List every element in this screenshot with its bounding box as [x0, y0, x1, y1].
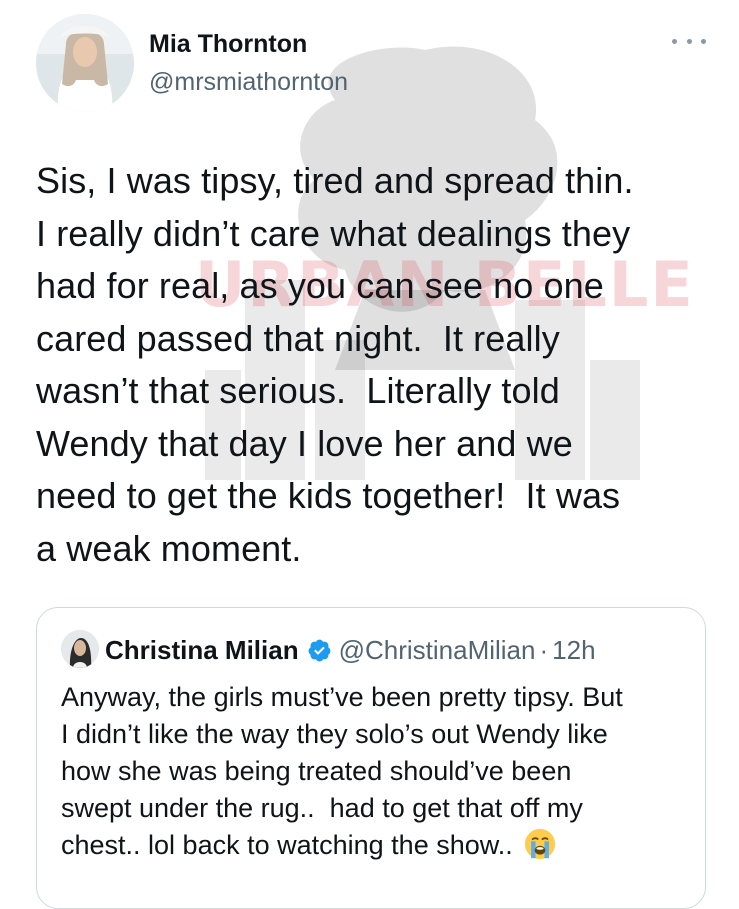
- author-avatar[interactable]: [36, 14, 134, 112]
- more-dot: [701, 38, 706, 44]
- quoted-author-display-name[interactable]: Christina Milian: [105, 635, 299, 666]
- verified-badge-icon: [308, 639, 331, 661]
- quoted-tweet-timestamp[interactable]: 12h: [552, 635, 595, 666]
- more-options-icon[interactable]: [672, 30, 706, 52]
- author-handle[interactable]: @mrsmiathornton: [149, 68, 348, 97]
- loudly-crying-face-emoji-icon: [525, 828, 556, 860]
- more-dot: [686, 38, 692, 44]
- avatar-image: [36, 14, 134, 112]
- author-display-name[interactable]: Mia Thornton: [149, 30, 307, 59]
- quoted-author-handle[interactable]: @ChristinaMilian: [339, 635, 536, 666]
- more-dot: [672, 38, 677, 44]
- quoted-tweet[interactable]: Christina Milian @ChristinaMilian · 12h …: [36, 607, 706, 909]
- tweet-text: Sis, I was tipsy, tired and spread thin.…: [36, 160, 634, 569]
- quoted-tweet-text: Anyway, the girls must’ve been pretty ti…: [61, 679, 701, 864]
- quoted-author-avatar[interactable]: [61, 630, 99, 668]
- quoted-avatar-image: [61, 630, 99, 668]
- separator-dot: ·: [539, 634, 549, 665]
- quoted-tweet-header: Christina Milian @ChristinaMilian · 12h: [105, 634, 596, 666]
- tweet: Mia Thornton @mrsmiathornton Sis, I was …: [0, 0, 739, 909]
